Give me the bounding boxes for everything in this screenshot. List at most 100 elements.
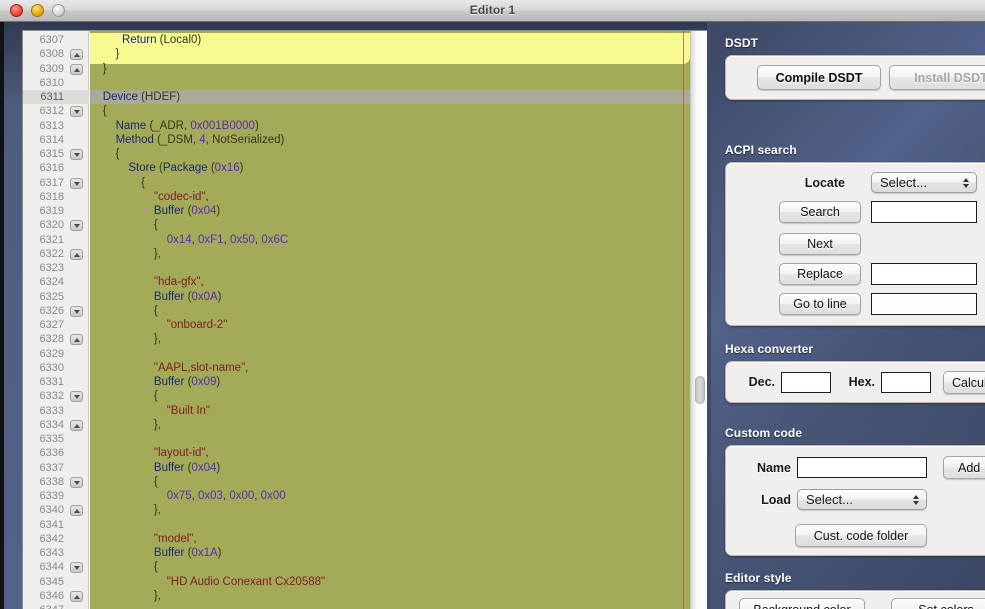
gutter-row: 6340 — [23, 503, 88, 517]
set-colors-button[interactable]: Set colors — [891, 598, 985, 609]
fold-collapse-icon[interactable] — [70, 305, 83, 317]
fold-collapse-icon[interactable] — [70, 562, 83, 574]
search-input-field[interactable] — [872, 202, 976, 222]
fold-expand-icon[interactable] — [70, 49, 83, 61]
line-number: 6311 — [40, 91, 64, 103]
go-to-line-input-field[interactable] — [872, 294, 976, 314]
gutter-row: 6324 — [23, 275, 88, 289]
background-color-button[interactable]: Background color — [739, 598, 865, 609]
custom-code-name-field[interactable] — [798, 458, 926, 477]
gutter-row: 6317 — [23, 176, 88, 190]
gutter-row: 6316 — [23, 161, 88, 175]
code-line: { — [90, 475, 158, 488]
hex-label: Hex. — [848, 375, 875, 389]
calculate-button[interactable]: Calculate — [943, 371, 985, 394]
gutter-row: 6332 — [23, 389, 88, 403]
fold-collapse-icon[interactable] — [70, 106, 83, 118]
tools-sidebar: DSDT Compile DSDT Install DSDT ACPI sear… — [711, 22, 985, 609]
scrollbar-thumb[interactable] — [695, 376, 705, 404]
replace-input[interactable] — [871, 263, 977, 285]
hex-input[interactable] — [881, 372, 931, 393]
line-number-gutter[interactable]: 6307 6308 6309 6310 6311 6312 6313 6314 6315 6316… — [23, 31, 89, 609]
fold-expand-icon[interactable] — [70, 590, 83, 602]
hex-input-field[interactable] — [882, 373, 930, 392]
next-button[interactable]: Next — [779, 233, 861, 255]
gutter-row: 6319 — [23, 204, 88, 218]
dec-input-field[interactable] — [782, 373, 830, 392]
load-select[interactable]: Select... — [797, 489, 927, 510]
name-label: Name — [756, 461, 791, 475]
code-line: }, — [90, 504, 161, 517]
line-number: 6334 — [39, 418, 64, 431]
go-to-line-button[interactable]: Go to line — [779, 293, 861, 315]
section-label-acpi-search: ACPI search — [725, 143, 797, 157]
compile-dsdt-button[interactable]: Compile DSDT — [757, 65, 881, 90]
window-title: Editor 1 — [469, 3, 516, 17]
line-number: 6316 — [39, 162, 64, 175]
gutter-row: 6313 — [23, 119, 88, 133]
line-number: 6332 — [39, 390, 64, 403]
line-number: 6340 — [39, 504, 64, 517]
fold-expand-icon[interactable] — [70, 248, 83, 260]
cust-code-folder-button[interactable]: Cust. code folder — [795, 524, 927, 547]
editor-vertical-scrollbar[interactable] — [690, 31, 707, 609]
code-line: }, — [90, 589, 161, 602]
gutter-row: 6334 — [23, 418, 88, 432]
fold-expand-icon[interactable] — [70, 63, 83, 75]
code-line: Buffer (0x0A) — [153, 290, 222, 303]
code-line: 0x14, 0xF1, 0x50, 0x6C — [166, 233, 289, 246]
install-dsdt-button[interactable]: Install DSDT — [889, 65, 985, 90]
gutter-row: 6336 — [23, 446, 88, 460]
add-custom-code-button[interactable]: Add — [943, 456, 985, 479]
fold-expand-icon[interactable] — [70, 505, 83, 517]
dec-input[interactable] — [781, 372, 831, 393]
search-input[interactable] — [871, 201, 977, 223]
fold-collapse-icon[interactable] — [70, 476, 83, 488]
line-number: 6309 — [39, 62, 64, 75]
custom-code-name-input[interactable] — [797, 457, 927, 478]
gutter-row: 6320 — [23, 218, 88, 232]
fold-collapse-icon[interactable] — [70, 177, 83, 189]
gutter-row: 6343 — [23, 546, 88, 560]
code-line: { — [90, 561, 158, 574]
fold-collapse-icon[interactable] — [70, 149, 83, 160]
replace-button[interactable]: Replace — [779, 263, 861, 285]
code-text-area[interactable]: Return (Local0) } } Device (HDEF) { Name… — [90, 31, 690, 609]
code-line: Device (HDEF) — [102, 91, 181, 103]
code-line: "onboard-2" — [166, 319, 228, 331]
line-number: 6345 — [39, 575, 64, 588]
locate-select-value: Select... — [880, 175, 927, 190]
editor-window: Editor 1 6307 6308 6309 6310 6311 6312 6313 631… — [0, 0, 985, 609]
section-label-hexa-converter: Hexa converter — [725, 342, 814, 356]
go-to-line-input[interactable] — [871, 293, 977, 315]
locate-label: Locate — [804, 176, 845, 190]
code-line: Buffer (0x09) — [153, 376, 221, 388]
line-number: 6320 — [39, 219, 64, 232]
fold-collapse-icon[interactable] — [70, 220, 83, 232]
gutter-row: 6330 — [23, 361, 88, 375]
gutter-row: 6323 — [23, 261, 88, 275]
gutter-row: 6325 — [23, 290, 88, 304]
fold-expand-icon[interactable] — [70, 419, 83, 431]
line-number: 6336 — [39, 447, 64, 460]
code-line: 0x75, 0x03, 0x00, 0x00 — [166, 490, 286, 502]
fold-collapse-icon[interactable] — [70, 391, 83, 403]
code-line: { — [90, 390, 158, 403]
load-label: Load — [761, 493, 791, 507]
locate-select[interactable]: Select... — [871, 172, 977, 193]
line-number: 6333 — [39, 404, 64, 417]
search-button[interactable]: Search — [779, 201, 861, 223]
code-line: { — [90, 148, 120, 160]
replace-input-field[interactable] — [872, 264, 976, 284]
line-number: 6344 — [39, 561, 64, 574]
line-number: 6331 — [39, 376, 64, 388]
line-number: 6339 — [39, 490, 64, 502]
window-titlebar: Editor 1 — [0, 0, 985, 22]
gutter-row: 6342 — [23, 532, 88, 546]
line-number: 6323 — [39, 262, 64, 274]
code-line: }, — [90, 418, 161, 431]
code-line: Method (_DSM, 4, NotSerialized) — [115, 133, 285, 146]
fold-expand-icon[interactable] — [70, 334, 83, 346]
load-select-value: Select... — [806, 492, 853, 507]
